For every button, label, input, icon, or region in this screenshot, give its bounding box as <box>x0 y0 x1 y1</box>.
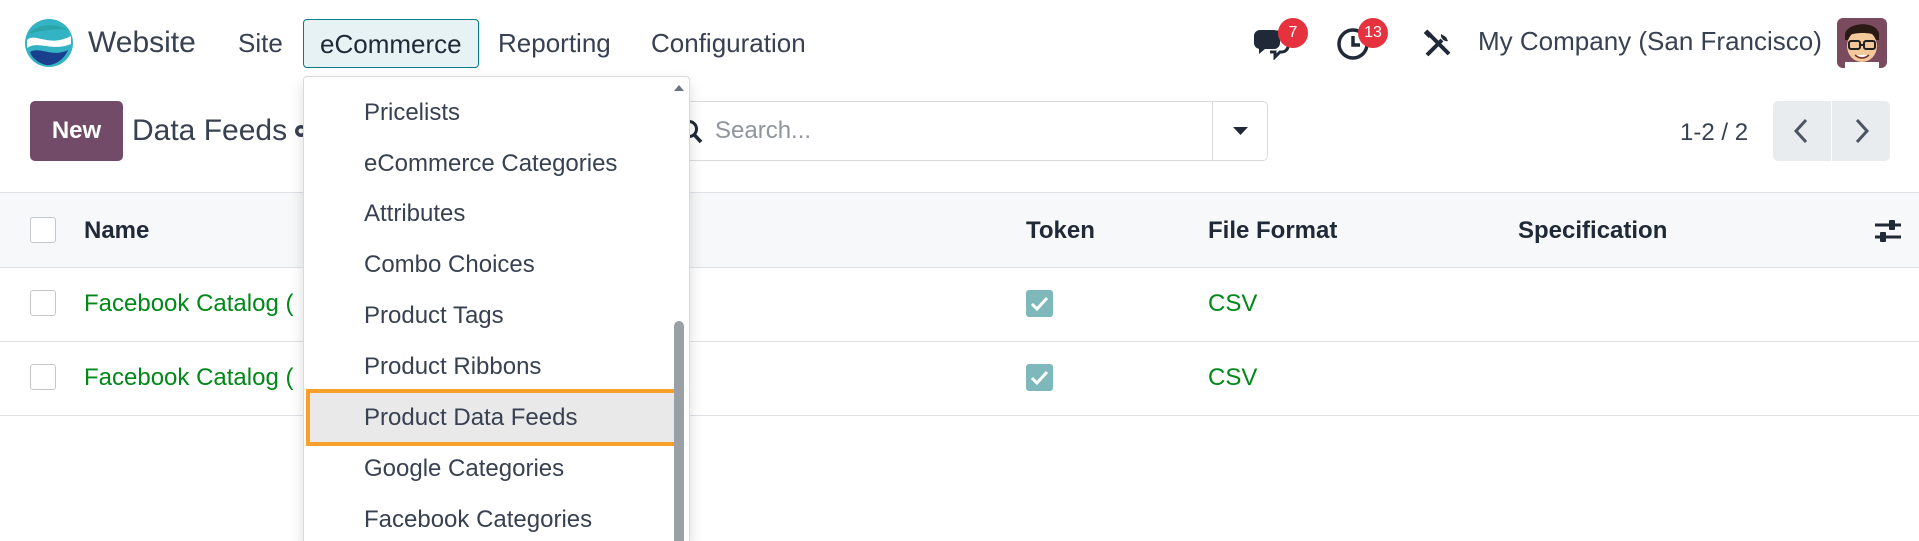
column-name[interactable]: Name <box>84 217 149 245</box>
row-checkbox[interactable] <box>30 364 56 390</box>
messages-badge: 7 <box>1278 18 1308 48</box>
menu-ecommerce[interactable]: eCommerce <box>303 19 479 68</box>
menu-item-product-ribbons[interactable]: Product Ribbons <box>304 341 674 392</box>
table-row[interactable]: Facebook Catalog ( CSV <box>0 268 1919 342</box>
pager-next-button[interactable] <box>1832 101 1890 161</box>
optional-columns-icon[interactable] <box>1873 217 1903 245</box>
menu-item-facebook-categories[interactable]: Facebook Categories <box>304 494 674 541</box>
column-specification[interactable]: Specification <box>1518 217 1667 245</box>
menu-item-google-categories[interactable]: Google Categories <box>304 443 674 494</box>
menu-item-ecommerce-categories[interactable]: eCommerce Categories <box>304 138 674 189</box>
search-bar <box>660 101 1268 161</box>
page-title: Data Feeds <box>132 114 288 147</box>
company-switcher[interactable]: My Company (San Francisco) <box>1478 26 1822 57</box>
tools-icon[interactable] <box>1422 28 1454 60</box>
menu-site[interactable]: Site <box>222 19 299 67</box>
menu-item-attributes[interactable]: Attributes <box>304 188 674 239</box>
table-row[interactable]: Facebook Catalog ( CSV <box>0 342 1919 416</box>
check-icon <box>1030 370 1049 386</box>
ecommerce-dropdown-menu: Pricelists eCommerce Categories Attribut… <box>303 76 690 541</box>
caret-down-icon <box>1233 127 1248 135</box>
menu-item-combo-choices[interactable]: Combo Choices <box>304 239 674 290</box>
website-logo[interactable] <box>24 18 74 68</box>
chevron-right-icon <box>1855 118 1870 144</box>
menu-item-product-tags[interactable]: Product Tags <box>304 290 674 341</box>
token-checkbox <box>1026 364 1053 391</box>
dropdown-scrollbar[interactable] <box>674 321 684 541</box>
select-all-checkbox[interactable] <box>30 217 56 243</box>
row-file-format[interactable]: CSV <box>1208 290 1257 318</box>
new-button[interactable]: New <box>30 101 123 161</box>
scroll-up-icon[interactable] <box>673 83 685 93</box>
row-file-format[interactable]: CSV <box>1208 364 1257 392</box>
search-input[interactable] <box>715 102 1195 160</box>
column-file-format[interactable]: File Format <box>1208 217 1337 245</box>
token-checkbox <box>1026 290 1053 317</box>
search-options-toggle[interactable] <box>1212 102 1267 160</box>
menu-item-product-data-feeds[interactable]: Product Data Feeds <box>306 389 678 446</box>
row-name[interactable]: Facebook Catalog ( <box>84 290 293 318</box>
menu-item-pricelists[interactable]: Pricelists <box>304 87 674 138</box>
avatar[interactable] <box>1837 18 1887 68</box>
pager-previous-button[interactable] <box>1773 101 1831 161</box>
menu-reporting[interactable]: Reporting <box>482 19 627 67</box>
column-token[interactable]: Token <box>1026 217 1095 245</box>
chevron-left-icon <box>1793 118 1808 144</box>
check-icon <box>1030 296 1049 312</box>
table-header: Name Token File Format Specification <box>0 192 1919 268</box>
row-checkbox[interactable] <box>30 290 56 316</box>
menu-configuration[interactable]: Configuration <box>635 19 822 67</box>
activities-badge: 13 <box>1358 18 1388 48</box>
pager-value[interactable]: 1-2 / 2 <box>1680 119 1748 147</box>
top-navbar: Website Site eCommerce Reporting Configu… <box>0 0 1919 86</box>
row-name[interactable]: Facebook Catalog ( <box>84 364 293 392</box>
app-name[interactable]: Website <box>88 26 196 60</box>
